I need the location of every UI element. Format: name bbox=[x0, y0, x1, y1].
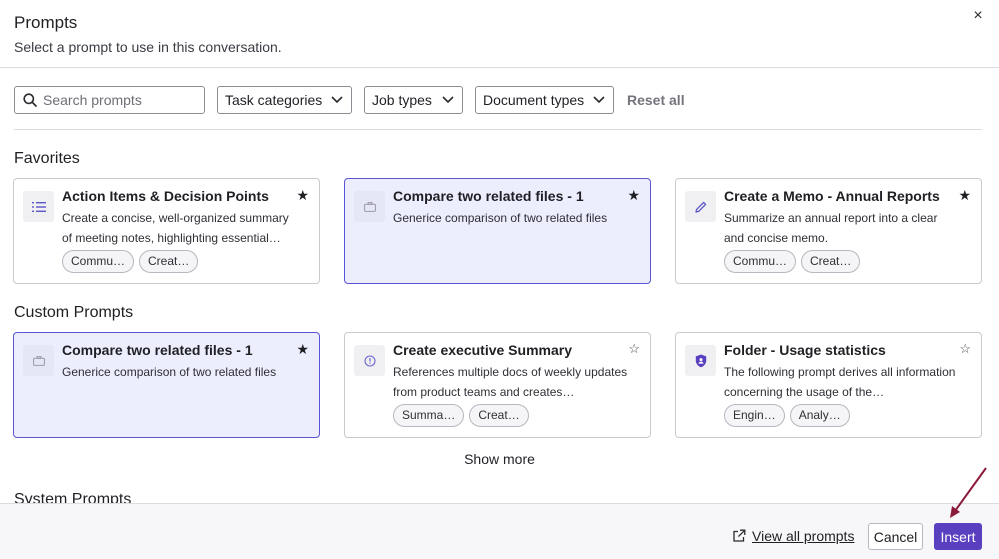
tag-list: Commu… Creat… bbox=[62, 250, 199, 273]
tag-list: Summa… Creat… bbox=[393, 404, 529, 427]
tag: Engin… bbox=[724, 404, 785, 427]
insert-button[interactable]: Insert bbox=[934, 523, 982, 550]
system-prompts-heading: System Prompts bbox=[14, 491, 132, 503]
tag-list: Engin… Analy… bbox=[724, 404, 850, 427]
card-title: Create executive Summary bbox=[393, 342, 572, 358]
card-title: Compare two related files - 1 bbox=[393, 188, 584, 204]
chevron-down-icon bbox=[442, 96, 454, 104]
tag: Commu… bbox=[62, 250, 135, 273]
tag: Creat… bbox=[801, 250, 861, 273]
prompt-card[interactable]: Folder - Usage statistics The following … bbox=[675, 332, 982, 438]
card-title: Compare two related files - 1 bbox=[62, 342, 253, 358]
prompt-card[interactable]: Compare two related files - 1 Generice c… bbox=[344, 178, 651, 284]
star-outline-icon[interactable]: ☆ bbox=[959, 341, 971, 357]
tag: Creat… bbox=[139, 250, 199, 273]
favorites-heading: Favorites bbox=[14, 150, 80, 167]
prompt-list[interactable]: Favorites Action Items & Decision Points… bbox=[0, 130, 999, 503]
tag: Creat… bbox=[469, 404, 529, 427]
search-input[interactable] bbox=[43, 92, 193, 108]
task-categories-dropdown[interactable]: Task categories bbox=[217, 86, 352, 114]
document-types-label: Document types bbox=[483, 92, 585, 108]
dialog-footer: View all prompts Cancel Insert bbox=[0, 503, 999, 559]
prompt-card[interactable]: Compare two related files - 1 Generice c… bbox=[13, 332, 320, 438]
show-more-row: Show more bbox=[0, 451, 999, 467]
briefcase-icon bbox=[23, 345, 54, 376]
card-title: Folder - Usage statistics bbox=[724, 342, 886, 358]
tag: Analy… bbox=[789, 404, 850, 427]
prompt-card[interactable]: Create executive Summary References mult… bbox=[344, 332, 651, 438]
card-description: Generice comparison of two related files bbox=[62, 365, 277, 379]
card-description: Generice comparison of two related files bbox=[393, 211, 608, 225]
chevron-down-icon bbox=[593, 96, 605, 104]
task-categories-label: Task categories bbox=[225, 92, 323, 108]
show-more-button[interactable]: Show more bbox=[464, 451, 535, 467]
dialog-subtitle: Select a prompt to use in this conversat… bbox=[14, 39, 282, 55]
view-all-prompts-link[interactable]: View all prompts bbox=[732, 528, 854, 544]
dialog-title: Prompts bbox=[14, 13, 78, 32]
external-link-icon bbox=[733, 529, 746, 542]
tag: Commu… bbox=[724, 250, 797, 273]
shield-icon bbox=[685, 345, 716, 376]
close-icon[interactable]: × bbox=[969, 7, 987, 25]
dialog-header: Prompts Select a prompt to use in this c… bbox=[0, 0, 999, 68]
cancel-button[interactable]: Cancel bbox=[868, 523, 923, 550]
card-description: The following prompt derives all informa… bbox=[724, 365, 956, 399]
custom-prompts-heading: Custom Prompts bbox=[14, 304, 134, 321]
card-description: Summarize an annual report into a clear … bbox=[724, 211, 938, 245]
chevron-down-icon bbox=[331, 96, 343, 104]
card-title: Action Items & Decision Points bbox=[62, 188, 269, 204]
star-filled-icon[interactable]: ★ bbox=[627, 187, 640, 203]
card-description: References multiple docs of weekly updat… bbox=[393, 365, 628, 399]
search-icon bbox=[23, 93, 37, 107]
list-icon bbox=[23, 191, 54, 222]
pencil-icon bbox=[685, 191, 716, 222]
card-title: Create a Memo - Annual Reports bbox=[724, 188, 940, 204]
prompt-card[interactable]: Action Items & Decision Points Create a … bbox=[13, 178, 320, 284]
briefcase-icon bbox=[354, 191, 385, 222]
document-types-dropdown[interactable]: Document types bbox=[475, 86, 614, 114]
prompt-card[interactable]: Create a Memo - Annual Reports Summarize… bbox=[675, 178, 982, 284]
tag: Summa… bbox=[393, 404, 465, 427]
search-box[interactable] bbox=[14, 86, 205, 114]
card-description: Create a concise, well-organized summary… bbox=[62, 211, 289, 245]
info-circle-icon bbox=[354, 345, 385, 376]
tag-list: Commu… Creat… bbox=[724, 250, 861, 273]
job-types-label: Job types bbox=[372, 92, 432, 108]
reset-all-button[interactable]: Reset all bbox=[627, 92, 685, 108]
filter-bar: Task categories Job types Document types… bbox=[14, 86, 685, 114]
view-all-prompts-label: View all prompts bbox=[752, 528, 855, 544]
star-filled-icon[interactable]: ★ bbox=[958, 187, 971, 203]
star-filled-icon[interactable]: ★ bbox=[296, 187, 309, 203]
job-types-dropdown[interactable]: Job types bbox=[364, 86, 463, 114]
star-outline-icon[interactable]: ☆ bbox=[628, 341, 640, 357]
star-filled-icon[interactable]: ★ bbox=[296, 341, 309, 357]
